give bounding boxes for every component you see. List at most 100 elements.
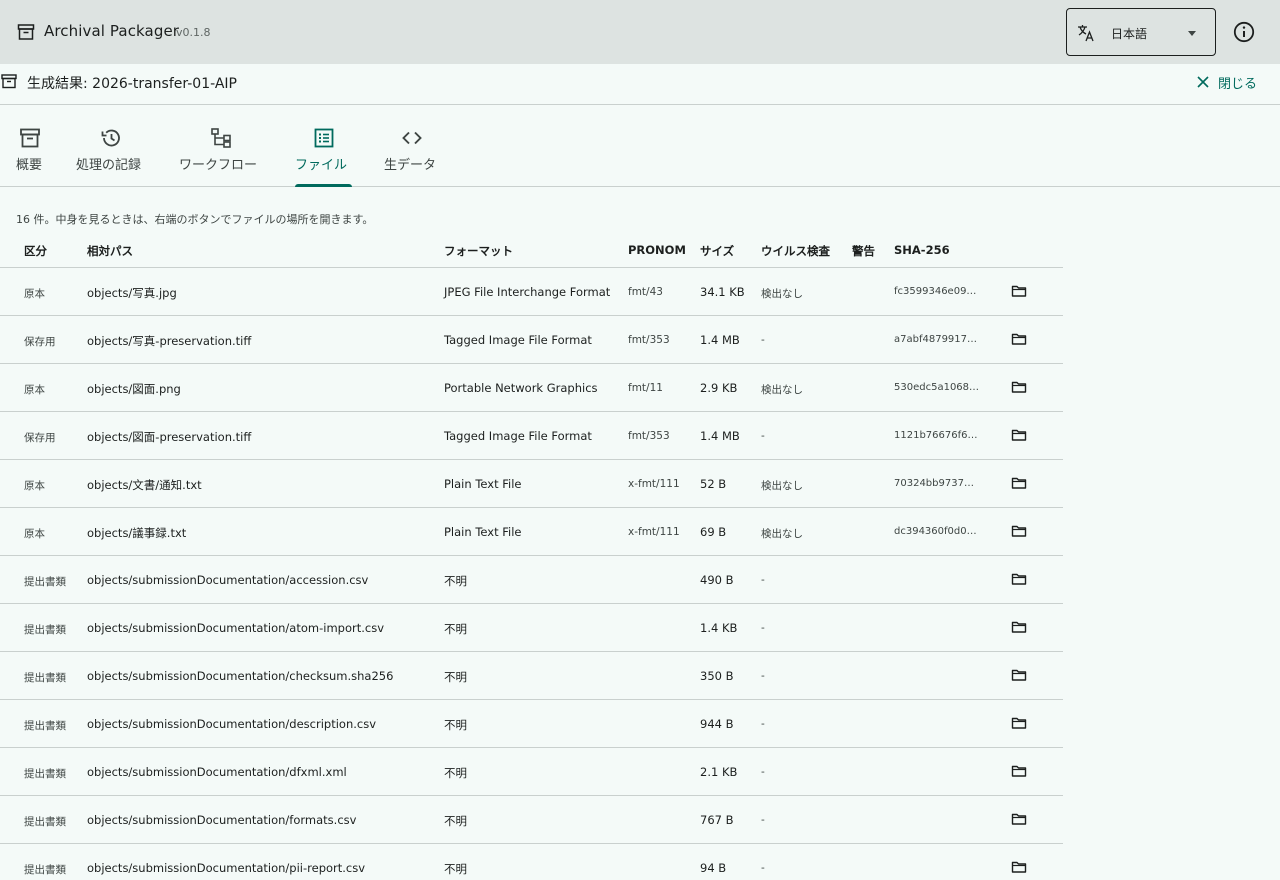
open-folder-icon[interactable] xyxy=(1011,283,1027,299)
table-row: 原本 objects/議事録.txt Plain Text File x-fmt/11… xyxy=(0,508,1063,556)
cell-sha256: 530edc5a1068… xyxy=(894,382,980,393)
app-version: v0.1.8 xyxy=(176,26,211,39)
cell-size: 2.1 KB xyxy=(700,765,738,779)
cell-kind: 原本 xyxy=(24,384,45,396)
translate-icon xyxy=(1078,25,1094,42)
cell-path: objects/submissionDocumentation/pii-repo… xyxy=(87,861,366,875)
cell-size: 490 B xyxy=(700,573,734,587)
cell-path: objects/図面.png xyxy=(87,382,181,396)
cell-size: 1.4 MB xyxy=(700,333,740,347)
cell-kind: 保存用 xyxy=(24,432,56,444)
cell-format: 不明 xyxy=(444,670,467,684)
cell-pronom: fmt/43 xyxy=(628,286,663,298)
open-folder-icon[interactable] xyxy=(1011,859,1027,875)
cell-size: 69 B xyxy=(700,525,727,539)
cell-path: objects/submissionDocumentation/descript… xyxy=(87,717,377,731)
tab-bar: 概要 処理の記録 ワークフロー ファイル 生データ xyxy=(0,105,1280,187)
cell-format: 不明 xyxy=(444,574,467,588)
cell-size: 94 B xyxy=(700,861,727,875)
tab-label: ワークフロー xyxy=(179,158,258,173)
table-row: 原本 objects/写真.jpg JPEG File Interchange Fo… xyxy=(0,268,1063,316)
cell-kind: 提出書類 xyxy=(24,672,66,684)
tab-label: 概要 xyxy=(16,158,43,173)
header-kind[interactable]: 区分 xyxy=(24,243,47,259)
cell-path: objects/submissionDocumentation/formats.… xyxy=(87,813,357,827)
table-row: 原本 objects/図面.png Portable Network Graphic… xyxy=(0,364,1063,412)
cell-kind: 提出書類 xyxy=(24,768,66,780)
cell-virus-scan: 検出なし xyxy=(761,528,803,540)
cell-format: 不明 xyxy=(444,622,467,636)
cell-size: 350 B xyxy=(700,669,734,683)
close-icon xyxy=(1197,76,1209,88)
result-header: 生成結果: 2026-transfer-01-AIP 閉じる xyxy=(0,64,1280,105)
cell-virus-scan: 検出なし xyxy=(761,480,803,492)
header-pronom[interactable]: PRONOM xyxy=(628,243,686,257)
cell-kind: 提出書類 xyxy=(24,624,66,636)
tab-label: 処理の記録 xyxy=(76,158,142,173)
app-bar: Archival Packager v0.1.8 日本語 xyxy=(0,0,1280,64)
cell-format: Portable Network Graphics xyxy=(444,381,598,395)
header-sha256[interactable]: SHA-256 xyxy=(894,243,950,257)
cell-path: objects/議事録.txt xyxy=(87,526,187,540)
header-path[interactable]: 相対パス xyxy=(87,243,133,259)
table-row: 提出書類 objects/submissionDocumentation/form… xyxy=(0,796,1063,844)
cell-virus-scan: - xyxy=(761,814,765,826)
open-folder-icon[interactable] xyxy=(1011,619,1027,635)
tab-overview[interactable]: 概要 xyxy=(15,105,45,187)
tab-label: 生データ xyxy=(384,158,437,173)
tab-files[interactable]: ファイル xyxy=(295,105,352,187)
cell-format: Plain Text File xyxy=(444,477,522,491)
code-icon xyxy=(402,131,422,145)
close-button[interactable]: 閉じる xyxy=(1196,70,1257,94)
cell-format: 不明 xyxy=(444,862,467,876)
open-folder-icon[interactable] xyxy=(1011,523,1027,539)
cell-kind: 提出書類 xyxy=(24,864,66,876)
language-label: 日本語 xyxy=(1111,27,1148,41)
header-size[interactable]: サイズ xyxy=(700,243,734,259)
cell-path: objects/写真.jpg xyxy=(87,286,177,300)
header-warning[interactable]: 警告 xyxy=(852,243,875,259)
tab-workflow[interactable]: ワークフロー xyxy=(179,105,263,187)
open-folder-icon[interactable] xyxy=(1011,667,1027,683)
language-select[interactable]: 日本語 xyxy=(1066,8,1216,56)
cell-size: 52 B xyxy=(700,477,727,491)
cell-kind: 原本 xyxy=(24,480,45,492)
header-format[interactable]: フォーマット xyxy=(444,243,513,259)
table-row: 提出書類 objects/submissionDocumentation/chec… xyxy=(0,652,1063,700)
cell-path: objects/submissionDocumentation/dfxml.xm… xyxy=(87,765,347,779)
open-folder-icon[interactable] xyxy=(1011,715,1027,731)
cell-path: objects/写真-preservation.tiff xyxy=(87,334,252,348)
table-row: 提出書類 objects/submissionDocumentation/pii-… xyxy=(0,844,1063,880)
archive-icon xyxy=(20,128,40,148)
open-folder-icon[interactable] xyxy=(1011,811,1027,827)
open-folder-icon[interactable] xyxy=(1011,571,1027,587)
tab-history[interactable]: 処理の記録 xyxy=(76,105,148,187)
cell-kind: 原本 xyxy=(24,288,45,300)
open-folder-icon[interactable] xyxy=(1011,475,1027,491)
cell-format: 不明 xyxy=(444,766,467,780)
tab-raw-data[interactable]: 生データ xyxy=(384,105,440,187)
cell-format: Tagged Image File Format xyxy=(444,429,592,443)
open-folder-icon[interactable] xyxy=(1011,379,1027,395)
open-folder-icon[interactable] xyxy=(1011,427,1027,443)
cell-path: objects/submissionDocumentation/accessio… xyxy=(87,573,369,587)
header-virus-scan[interactable]: ウイルス検査 xyxy=(761,243,830,259)
cell-virus-scan: - xyxy=(761,670,765,682)
cell-virus-scan: - xyxy=(761,718,765,730)
cell-pronom: fmt/353 xyxy=(628,430,670,442)
open-folder-icon[interactable] xyxy=(1011,331,1027,347)
cell-kind: 保存用 xyxy=(24,336,56,348)
tab-label: ファイル xyxy=(295,158,348,173)
cell-format: JPEG File Interchange Format xyxy=(444,285,611,299)
close-button-label: 閉じる xyxy=(1218,76,1258,92)
cell-virus-scan: 検出なし xyxy=(761,288,803,300)
chevron-down-icon xyxy=(1188,31,1196,36)
cell-sha256: 70324bb97376… xyxy=(894,478,980,489)
open-folder-icon[interactable] xyxy=(1011,763,1027,779)
cell-virus-scan: 検出なし xyxy=(761,384,803,396)
table-body: 原本 objects/写真.jpg JPEG File Interchange Fo… xyxy=(0,268,1063,880)
info-icon[interactable] xyxy=(1232,20,1256,44)
result-title: 生成結果: 2026-transfer-01-AIP xyxy=(27,76,237,92)
cell-size: 767 B xyxy=(700,813,734,827)
cell-pronom: fmt/11 xyxy=(628,382,663,394)
